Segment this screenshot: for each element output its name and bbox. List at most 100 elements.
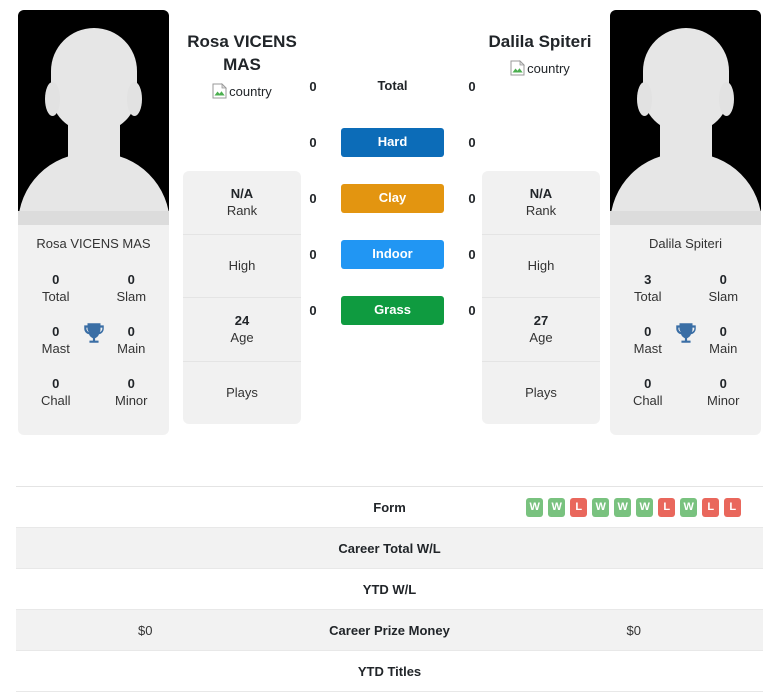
plays-label: Plays	[525, 385, 557, 400]
title-cell-total: 0 Total	[18, 263, 94, 315]
title-cell-slam: 0 Slam	[94, 263, 170, 315]
age-label: Age	[230, 330, 254, 345]
player-photo-right	[610, 10, 761, 225]
surface-row-total: 0 Total 0	[300, 58, 485, 114]
info-rank-right: N/A Rank	[482, 171, 600, 235]
player-comparison-panel: Rosa VICENS MAS 0 Total 0 Slam 0 Mast 0 …	[0, 0, 779, 478]
player-name-left[interactable]: Rosa VICENS MAS	[167, 30, 317, 76]
surface-left-value: 0	[309, 190, 317, 206]
form-badge-loss: L	[570, 497, 588, 517]
title-value: 0	[127, 272, 135, 287]
surface-right-value: 0	[468, 134, 476, 150]
info-age-left: 24 Age	[183, 298, 301, 362]
high-label: High	[228, 258, 256, 273]
form-badge-loss: L	[702, 497, 720, 517]
title-value: 3	[644, 272, 652, 287]
title-cell-chall: 0 Chall	[18, 367, 94, 419]
surface-label-clay[interactable]: Clay	[341, 183, 444, 213]
title-label: Total	[42, 289, 70, 304]
title-cell-slam: 0 Slam	[686, 263, 762, 315]
surface-label-grass[interactable]: Grass	[341, 295, 444, 325]
broken-image-icon	[212, 83, 228, 99]
avatar-ear-left	[637, 82, 652, 116]
info-high-right: High	[482, 235, 600, 298]
avatar-base	[18, 211, 169, 225]
player-photo-left	[18, 10, 169, 225]
surface-comparison-column: 0 Total 0 0 Hard 0 0 Clay 0 0 Indoor 0 0…	[300, 58, 485, 338]
info-plays-right: Plays	[482, 362, 600, 424]
surface-left-value: 0	[309, 78, 317, 94]
title-value: 0	[127, 376, 135, 391]
form-badge-loss: L	[658, 497, 676, 517]
country-alt-text-right: country	[527, 61, 570, 76]
surface-label-indoor[interactable]: Indoor	[341, 239, 444, 269]
surface-left-value: 0	[309, 134, 317, 150]
form-badge-win: W	[614, 497, 632, 517]
age-value: 27	[533, 313, 549, 328]
player-photo-caption-left: Rosa VICENS MAS	[36, 236, 151, 251]
trophy-icon	[673, 320, 699, 346]
high-label: High	[527, 258, 555, 273]
title-label: Total	[634, 289, 662, 304]
stat-left-value: $0	[138, 622, 153, 638]
surface-label-hard[interactable]: Hard	[341, 127, 444, 157]
table-row: YTD W/L	[16, 569, 763, 610]
avatar-head	[642, 28, 729, 132]
info-plays-left: Plays	[183, 362, 301, 424]
titles-grid-right: 3 Total 0 Slam 0 Mast 0 Main 0 Chall 0 M…	[610, 263, 761, 435]
avatar-ear-right	[127, 82, 142, 116]
stat-label: YTD Titles	[357, 663, 422, 679]
title-cell-chall: 0 Chall	[610, 367, 686, 419]
form-badge-win: W	[548, 497, 566, 517]
country-alt-text-left: country	[229, 84, 272, 99]
stats-comparison-table: Form WWLWWWLWLL Career Total W/L YTD W/L…	[16, 486, 763, 692]
table-row: Form WWLWWWLWLL	[16, 487, 763, 528]
info-age-right: 27 Age	[482, 298, 600, 362]
player-header-left: Rosa VICENS MAS country	[167, 30, 317, 99]
avatar-head	[50, 28, 137, 132]
title-value: 0	[52, 376, 60, 391]
country-flag-right: country	[465, 60, 615, 76]
title-value: 0	[719, 272, 727, 287]
title-label: Minor	[706, 393, 740, 408]
rank-label: Rank	[525, 203, 557, 218]
form-badge-win: W	[592, 497, 610, 517]
title-cell-minor: 0 Minor	[94, 367, 170, 419]
surface-row-grass: 0 Grass 0	[300, 282, 485, 338]
surface-row-clay: 0 Clay 0	[300, 170, 485, 226]
stat-right-value: WWLWWWLWLL	[505, 497, 764, 517]
title-label: Slam	[708, 289, 739, 304]
player-info-card-left: N/A Rank High 24 Age Plays	[183, 171, 301, 424]
title-cell-minor: 0 Minor	[686, 367, 762, 419]
table-row: Career Total W/L	[16, 528, 763, 569]
country-flag-left: country	[167, 83, 317, 99]
player-photo-caption-right: Dalila Spiteri	[649, 236, 722, 251]
plays-label: Plays	[226, 385, 258, 400]
age-label: Age	[529, 330, 553, 345]
form-badge-loss: L	[724, 497, 742, 517]
rank-value: N/A	[529, 186, 553, 201]
stat-label: Career Total W/L	[338, 540, 441, 556]
player-card-right[interactable]: Dalila Spiteri 3 Total 0 Slam 0 Mast 0 M…	[610, 10, 761, 435]
rank-label: Rank	[226, 203, 258, 218]
surface-label-total: Total	[377, 77, 408, 93]
title-label: Minor	[114, 393, 148, 408]
title-value: 0	[52, 272, 60, 287]
player-header-right: Dalila Spiteri country	[465, 30, 615, 76]
age-value: 24	[234, 313, 250, 328]
title-value: 0	[644, 376, 652, 391]
title-label: Chall	[40, 393, 71, 408]
player-name-right[interactable]: Dalila Spiteri	[465, 30, 615, 53]
avatar-ear-right	[719, 82, 734, 116]
form-badge-group: WWLWWWLWLL	[505, 497, 764, 517]
info-high-left: High	[183, 235, 301, 298]
title-value: 0	[719, 376, 727, 391]
title-label: Slam	[116, 289, 147, 304]
avatar-base	[610, 211, 761, 225]
surface-left-value: 0	[309, 302, 317, 318]
surface-row-indoor: 0 Indoor 0	[300, 226, 485, 282]
stat-label: Career Prize Money	[329, 622, 450, 638]
player-card-left[interactable]: Rosa VICENS MAS 0 Total 0 Slam 0 Mast 0 …	[18, 10, 169, 435]
form-badge-win: W	[680, 497, 698, 517]
surface-row-hard: 0 Hard 0	[300, 114, 485, 170]
